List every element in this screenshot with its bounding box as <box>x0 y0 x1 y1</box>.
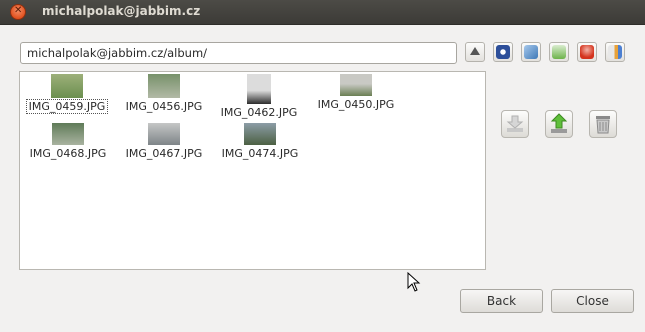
download-button[interactable] <box>549 42 569 62</box>
file-name: IMG_0462.JPG <box>220 106 298 119</box>
file-name: IMG_0450.JPG <box>317 98 395 111</box>
file-name: IMG_0468.JPG <box>29 147 107 160</box>
file-thumbnail <box>52 123 84 145</box>
close-button[interactable]: Close <box>551 289 634 313</box>
file-thumbnail <box>148 123 180 145</box>
download-arrow-icon <box>506 115 524 132</box>
trash-icon <box>596 116 610 134</box>
file-name: IMG_0456.JPG <box>125 100 203 113</box>
delete-user-button[interactable] <box>577 42 597 62</box>
properties-button[interactable] <box>605 42 625 62</box>
file-thumbnail <box>51 74 83 98</box>
address-field[interactable]: michalpolak@jabbim.cz/album/ <box>20 42 457 64</box>
delete-user-icon <box>580 45 594 59</box>
window-close-button[interactable] <box>10 4 26 20</box>
upload-action-button[interactable] <box>545 110 573 138</box>
file-thumbnail <box>247 74 271 104</box>
file-item[interactable]: IMG_0456.JPG <box>119 74 209 113</box>
file-name: IMG_0467.JPG <box>125 147 203 160</box>
file-item[interactable]: IMG_0474.JPG <box>215 123 305 160</box>
download-icon <box>552 45 566 59</box>
refresh-button[interactable] <box>521 42 541 62</box>
download-action-button[interactable] <box>501 110 529 138</box>
file-item[interactable]: IMG_0467.JPG <box>119 123 209 160</box>
file-thumbnail <box>148 74 180 98</box>
titlebar: michalpolak@jabbim.cz <box>0 0 645 25</box>
up-arrow-icon <box>470 47 480 55</box>
delete-action-button[interactable] <box>589 110 617 138</box>
file-name: IMG_0474.JPG <box>221 147 299 160</box>
file-thumbnail <box>244 123 276 145</box>
file-list[interactable]: IMG_0459.JPG IMG_0456.JPG IMG_0462.JPG I… <box>19 71 486 270</box>
refresh-icon <box>524 45 538 59</box>
file-item[interactable]: IMG_0462.JPG <box>214 74 304 119</box>
mouse-cursor-icon <box>407 272 421 292</box>
home-button[interactable] <box>493 42 513 62</box>
upload-arrow-icon <box>550 113 568 133</box>
dialog-window: michalpolak@jabbim.cz michalpolak@jabbim… <box>0 0 645 332</box>
file-item[interactable]: IMG_0468.JPG <box>23 123 113 160</box>
file-thumbnail <box>340 74 372 96</box>
file-item[interactable]: IMG_0450.JPG <box>311 74 401 111</box>
home-icon <box>496 45 510 59</box>
back-button[interactable]: Back <box>460 289 543 313</box>
properties-icon <box>608 45 622 59</box>
window-title: michalpolak@jabbim.cz <box>42 4 201 18</box>
file-name: IMG_0459.JPG <box>25 99 109 114</box>
up-button[interactable] <box>465 42 485 62</box>
file-item[interactable]: IMG_0459.JPG <box>22 74 112 114</box>
